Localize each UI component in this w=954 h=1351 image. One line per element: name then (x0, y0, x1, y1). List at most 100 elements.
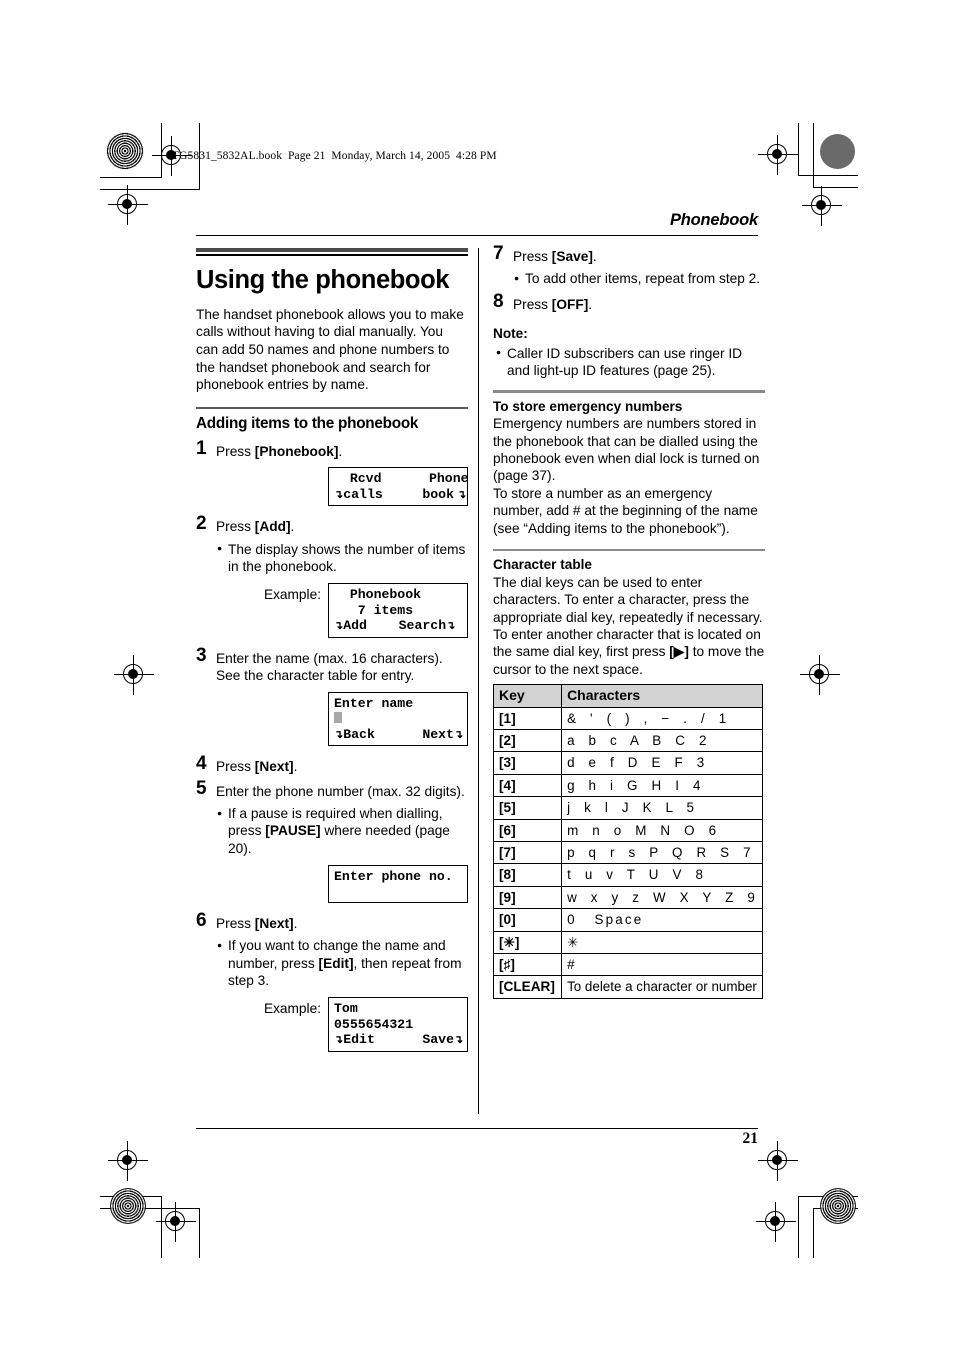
lcd-2-label: Example: (263, 587, 321, 603)
step-4-key: [Next] (254, 759, 294, 775)
cell-key: [✳] (492, 930, 563, 955)
lcd-display-4-wrap: Enter phone no. (196, 865, 468, 903)
lcd-display-5-wrap: Example: Tom 0555654321 ↴Edit Save↴ (196, 997, 468, 1052)
step-3: 3 Enter the name (max. 16 characters). S… (196, 644, 468, 685)
lcd-display-1-wrap: Rcvd Phone ↴calls book ↴ (196, 467, 469, 507)
lcd-2-line-2: 7 items (334, 602, 414, 618)
character-table-body: [1] & ' ( ) , − . / 1 [2] a b c A B C 2 [3… (492, 706, 763, 999)
softkey-down-right-icon: ↴ (454, 1034, 464, 1047)
chartable-heading: Character table (493, 557, 592, 573)
lcd-display-5: Tom 0555654321 ↴Edit Save↴ (328, 997, 468, 1052)
cell-chars: t u v T U V 8 (561, 863, 763, 887)
cell-chars: a b c A B C 2 (561, 728, 763, 753)
softkey-down-left-icon: ↴ (334, 620, 344, 633)
lcd-display-2: Phonebook 7 items ↴Add Search↴ (328, 583, 468, 638)
table-row: [2] a b c A B C 2 (492, 728, 763, 753)
lcd-3-line-3: ↴Back Next↴ (334, 726, 464, 742)
lcd-3-line-2 (334, 711, 462, 727)
cell-chars: # (561, 952, 763, 977)
left-column: Using the phonebook The handset phoneboo… (196, 248, 469, 1064)
emergency-section-rule (493, 390, 765, 393)
lcd-5-line-1: Tom (334, 1001, 358, 1017)
registration-mark-right-lower (758, 1141, 798, 1181)
step-4-number: 4 (196, 753, 207, 775)
cell-key: [2] (492, 728, 563, 753)
step-1-key: [Phonebook] (254, 443, 339, 459)
crop-corner-top-right-h1 (798, 175, 858, 177)
emergency-paragraph-2: To store a number as an emergency number… (493, 485, 758, 536)
file-stamp: TG5831_5832AL.book Page 21 Monday, March… (172, 150, 497, 162)
crop-corner-bottom-right-v2 (813, 1208, 815, 1258)
cell-key: [7] (492, 840, 563, 865)
step-6-number: 6 (196, 909, 207, 931)
registration-mark-bottom-right (756, 1202, 796, 1242)
lcd-5-label: Example: (263, 1001, 321, 1017)
cell-key: [3] (492, 751, 563, 775)
step-1-number: 1 (196, 437, 207, 459)
softkey-down-right-icon: ↴ (454, 728, 464, 741)
lcd-display-1: Rcvd Phone ↴calls book ↴ (328, 467, 469, 507)
step-5: 5 Enter the phone number (max. 32 digits… (196, 778, 468, 800)
step-6: 6 Press [Next]. (196, 909, 468, 932)
step-5-bullets: If a pause is required when dialling, pr… (196, 804, 468, 857)
crop-corner-top-right-v2 (813, 123, 815, 188)
cell-chars: 0 Space (561, 908, 763, 932)
density-circle-top-right (820, 134, 855, 169)
note-heading: Note: (493, 326, 528, 342)
emergency-heading: To store emergency numbers (493, 398, 683, 414)
save-key: [Save] (551, 249, 593, 264)
chartable-intro: The dial keys can be used to enter chara… (493, 574, 765, 677)
lcd-display-4: Enter phone no. (328, 865, 468, 903)
table-row: [✳] ✳ (492, 930, 763, 955)
right-column: 7 Press [Save]. To add other items, repe… (492, 243, 765, 999)
step-6-key: [Next] (254, 915, 294, 931)
cell-key: [6] (492, 818, 563, 842)
cell-key: [0] (492, 908, 563, 932)
table-row: [9] w x y z W X Y Z 9 (492, 885, 763, 910)
step-1-text-before: Press (216, 443, 255, 459)
manual-page: TG5831_5832AL.book Page 21 Monday, March… (0, 0, 954, 1351)
registration-mark-right-middle (800, 655, 840, 695)
density-circle-bottom-left (110, 1188, 146, 1224)
softkey-down-right-icon: ↴ (446, 620, 456, 633)
step-2-key: [Add] (254, 519, 291, 535)
bullet-item: If a pause is required when dialling, pr… (217, 804, 468, 857)
softkey-down-left-icon: ↴ (334, 728, 344, 741)
crop-corner-bottom-right-v1 (798, 1196, 800, 1258)
running-head: Phonebook (669, 211, 758, 229)
column-header-key: Key (492, 684, 563, 708)
crop-corner-bottom-left-v2 (199, 1208, 201, 1258)
step-2-text: Press [Add]. (216, 519, 295, 535)
character-table: Key Characters [1] & ' ( ) , − . / 1 [2] a… (492, 684, 763, 999)
step-1-text-after: . (338, 443, 343, 459)
pause-key: [PAUSE] (265, 823, 321, 839)
cell-chars: d e f D E F 3 (561, 751, 763, 775)
cell-key: [1] (492, 706, 563, 730)
table-row: [♯] # (492, 952, 763, 977)
table-row: [CLEAR] To delete a character or number (492, 975, 763, 999)
step-1-text: Press [Phonebook]. (216, 443, 468, 460)
registration-mark-bottom-left (156, 1202, 196, 1242)
cell-chars: j k l J K L 5 (561, 796, 763, 820)
section-rule (196, 406, 468, 410)
edit-key: [Edit] (318, 955, 354, 971)
cell-key: [8] (492, 863, 563, 887)
cell-chars: To delete a character or number (561, 975, 763, 999)
crop-corner-top-left-h1 (100, 177, 162, 179)
lcd-2-line-1: Phonebook (334, 587, 422, 603)
cell-chars: p q r s P Q R S 7 (561, 840, 763, 865)
cell-key: [4] (492, 773, 563, 798)
table-row: [3] d e f D E F 3 (492, 751, 763, 775)
registration-mark-top-right (758, 135, 798, 175)
bullet-item: The display shows the number of items in… (217, 540, 468, 576)
lcd-display-3-wrap: Enter name ↴Back Next↴ (196, 691, 468, 747)
step-3-number: 3 (196, 644, 207, 666)
chartable-section-rule (493, 548, 765, 552)
bullet-item: To add other items, repeat from step 2. (514, 270, 765, 288)
step-8: 8 Press [OFF]. (493, 292, 765, 313)
cell-key: [9] (492, 885, 563, 910)
step-7-number: 7 (493, 243, 504, 264)
table-row: [8] t u v T U V 8 (492, 863, 763, 887)
step-2: 2 Press [Add]. (196, 514, 468, 535)
step-6-bullets: If you want to change the name and numbe… (196, 937, 468, 989)
